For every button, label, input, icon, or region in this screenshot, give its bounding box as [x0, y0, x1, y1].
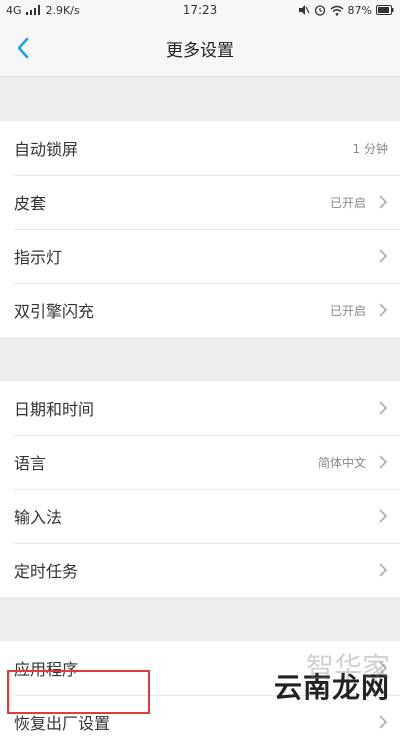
setting-label: 双引擎闪充: [14, 302, 95, 321]
setting-label: 自动锁屏: [14, 140, 79, 159]
network-speed: 2.9K/s: [45, 3, 80, 17]
setting-label: 定时任务: [14, 562, 79, 581]
status-right: 87%: [298, 4, 394, 17]
alarm-icon: [314, 5, 325, 16]
setting-language[interactable]: 语言 简体中文: [0, 435, 400, 489]
setting-value: 已开启: [329, 195, 366, 210]
section-spacer: [0, 597, 400, 641]
network-type: 4G: [6, 3, 22, 17]
status-left: 4G 2.9K/s: [6, 4, 80, 17]
setting-label: 输入法: [14, 508, 63, 527]
setting-date-time[interactable]: 日期和时间: [0, 381, 400, 435]
setting-dual-engine-charge[interactable]: 双引擎闪充 已开启: [0, 283, 400, 337]
signal-icon: [25, 5, 40, 15]
setting-label: 语言: [14, 454, 47, 473]
chevron-right-icon: [379, 563, 388, 577]
page-title: 更多设置: [166, 40, 234, 61]
chevron-right-icon: [379, 715, 388, 729]
setting-case[interactable]: 皮套 已开启: [0, 175, 400, 229]
section-spacer: [0, 337, 400, 381]
status-bar: 4G 2.9K/s 17:23 87%: [0, 0, 400, 20]
back-icon[interactable]: [10, 34, 38, 62]
chevron-right-icon: [379, 455, 388, 469]
chevron-right-icon: [379, 661, 388, 675]
chevron-right-icon: [379, 303, 388, 317]
battery-icon: [376, 5, 394, 15]
factory-reset-highlight-box: [7, 670, 150, 714]
setting-indicator-light[interactable]: 指示灯: [0, 229, 400, 283]
setting-value: 简体中文: [317, 455, 366, 470]
nav-bar: 更多设置: [0, 20, 400, 77]
chevron-right-icon: [379, 249, 388, 263]
setting-scheduled-tasks[interactable]: 定时任务: [0, 543, 400, 597]
wifi-icon: [330, 5, 343, 16]
setting-value: 1 分钟: [352, 141, 388, 156]
setting-label: 皮套: [14, 194, 47, 213]
chevron-right-icon: [379, 195, 388, 209]
setting-value: 已开启: [329, 303, 366, 318]
chevron-right-icon: [379, 401, 388, 415]
section-spacer: [0, 77, 400, 121]
setting-input-method[interactable]: 输入法: [0, 489, 400, 543]
chevron-right-icon: [379, 509, 388, 523]
battery-percent: 87%: [347, 3, 372, 17]
setting-label: 日期和时间: [14, 400, 95, 419]
mute-icon: [298, 5, 310, 15]
settings-group-display: 自动锁屏 1 分钟 皮套 已开启 指示灯 双引擎闪充 已开启: [0, 121, 400, 337]
setting-auto-lock[interactable]: 自动锁屏 1 分钟: [0, 121, 400, 175]
setting-label: 指示灯: [14, 248, 63, 267]
settings-group-system: 日期和时间 语言 简体中文 输入法 定时任务: [0, 381, 400, 597]
